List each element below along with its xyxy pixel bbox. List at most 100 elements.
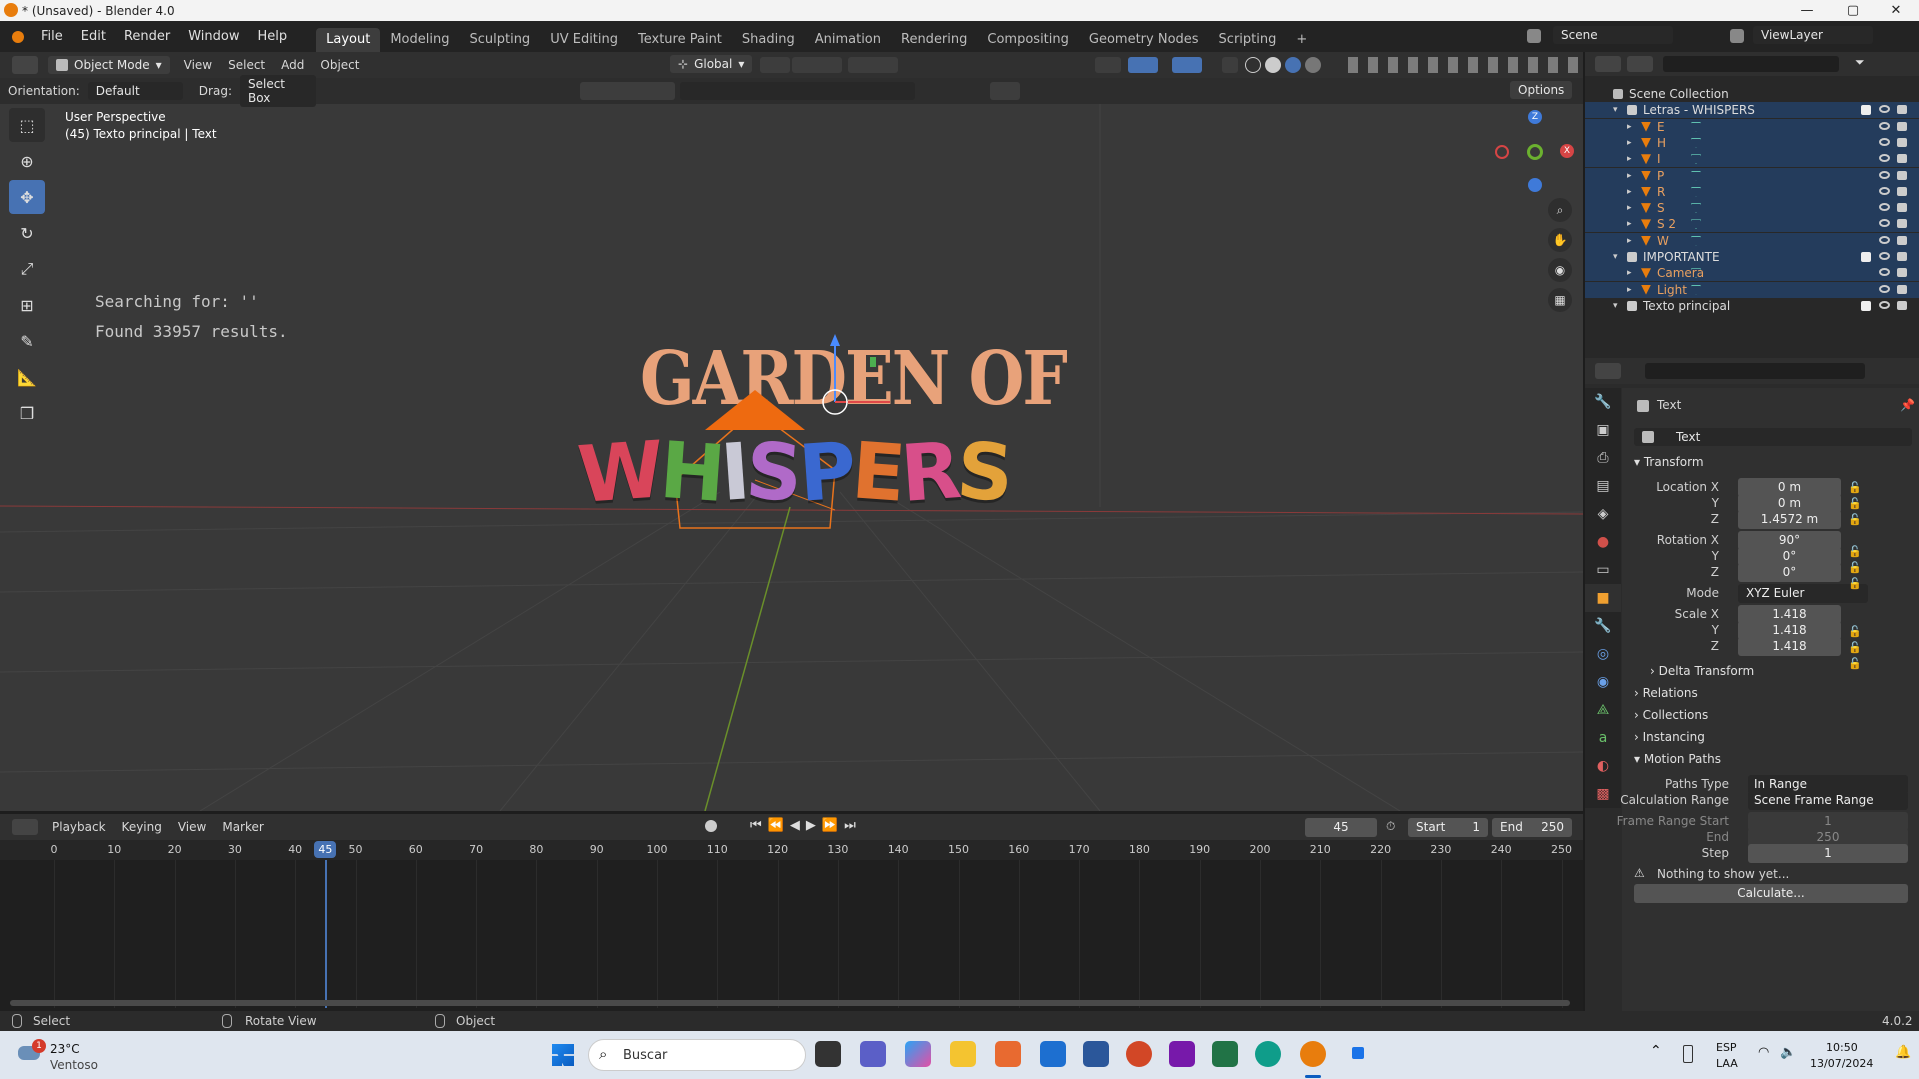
preview-range-icon[interactable]: ⏱	[1386, 819, 1395, 834]
menu-help[interactable]: Help	[249, 21, 297, 52]
timeline-scrollbar[interactable]	[10, 1000, 1570, 1006]
marker-menu[interactable]: Marker	[214, 820, 271, 834]
add-workspace-button[interactable]: +	[1286, 28, 1317, 52]
object-row[interactable]: ▸ Camera	[1585, 265, 1919, 282]
rotation-z-field[interactable]: 0°	[1738, 563, 1841, 582]
data-icon[interactable]	[1691, 154, 1701, 165]
close-button[interactable]: ✕	[1873, 0, 1919, 21]
pin-icon[interactable]: 📌	[1900, 398, 1915, 412]
eye-icon[interactable]	[1879, 235, 1890, 244]
delta-transform-section[interactable]: › Delta Transform	[1650, 664, 1754, 678]
viewlayer-icon[interactable]	[1730, 29, 1744, 43]
expand-arrow-icon[interactable]: ▸	[1627, 151, 1632, 167]
data-icon[interactable]	[1691, 137, 1701, 148]
lock-icons[interactable]: 🔓 🔓 🔓 🔓 🔓 🔓 🔓 🔓 🔓	[1848, 480, 1878, 670]
nav-neg-z[interactable]	[1528, 178, 1542, 192]
volume-icon[interactable]: 🔈	[1780, 1045, 1796, 1060]
motion-paths-section[interactable]: ▾ Motion Paths	[1634, 752, 1721, 766]
clock-date[interactable]: 13/07/2024	[1810, 1057, 1873, 1070]
location-z-field[interactable]: 1.4572 m	[1738, 510, 1841, 529]
data-icon[interactable]	[1691, 170, 1701, 181]
battery-icon[interactable]	[1683, 1045, 1693, 1063]
letter-1[interactable]: W	[575, 425, 667, 521]
teams-icon[interactable]	[860, 1041, 886, 1067]
edge-icon[interactable]	[1255, 1041, 1281, 1067]
copilot-icon[interactable]	[905, 1041, 931, 1067]
calc-range-selector[interactable]: Scene Frame Range	[1748, 791, 1908, 810]
current-frame-marker[interactable]: 45	[314, 841, 337, 858]
shading-rendered-icon[interactable]	[1305, 57, 1321, 73]
measure-tool[interactable]: 📐	[9, 360, 45, 394]
physics-tab-icon[interactable]: ◉	[1585, 668, 1621, 696]
viewport-menu-view[interactable]: View	[176, 58, 220, 72]
nav-x-axis[interactable]: X	[1560, 144, 1574, 158]
drag-selector[interactable]: Select Box	[239, 75, 316, 107]
eye-icon[interactable]	[1879, 284, 1890, 293]
blender-menu-icon[interactable]	[12, 30, 24, 43]
tab-uv-editing[interactable]: UV Editing	[540, 28, 628, 52]
eye-icon[interactable]	[1879, 186, 1890, 195]
zoom-icon[interactable]: ⌕	[1548, 198, 1572, 222]
snap-icon[interactable]	[792, 57, 842, 73]
move-tool[interactable]: ✥	[9, 180, 45, 214]
app-icon[interactable]	[995, 1041, 1021, 1067]
camera-icon[interactable]	[1897, 105, 1907, 115]
camera-icon[interactable]	[1897, 284, 1907, 294]
step-field[interactable]: 1	[1748, 844, 1908, 863]
data-icon[interactable]	[1691, 203, 1701, 214]
filter-icon[interactable]: ⏷	[1855, 55, 1865, 70]
editor-type-icon[interactable]	[1595, 56, 1621, 72]
collection-row[interactable]: ▾ IMPORTANTE	[1585, 249, 1919, 265]
ortho-toggle-icon[interactable]: ▦	[1548, 288, 1572, 312]
tool-tab-icon[interactable]: 🔧	[1585, 388, 1621, 416]
eye-icon[interactable]	[1879, 137, 1890, 146]
expand-arrow-icon[interactable]: ▸	[1627, 184, 1632, 200]
object-name-field[interactable]: Text	[1634, 428, 1912, 446]
minimize-button[interactable]: —	[1784, 0, 1830, 21]
shading-wireframe-icon[interactable]	[1245, 57, 1261, 73]
object-row[interactable]: ▸ H	[1585, 134, 1919, 151]
data-icon[interactable]	[1691, 235, 1701, 246]
collections-section[interactable]: › Collections	[1634, 708, 1708, 722]
data-icon[interactable]	[1691, 219, 1701, 230]
outliner-filter-icons[interactable]	[1348, 57, 1578, 73]
tab-modeling[interactable]: Modeling	[380, 28, 459, 52]
maximize-button[interactable]: ▢	[1830, 0, 1876, 21]
tray-chevron-icon[interactable]: ⌃	[1650, 1043, 1662, 1059]
expand-arrow-icon[interactable]: ▸	[1627, 282, 1632, 298]
transform-section-header[interactable]: ▾ Transform	[1634, 455, 1704, 469]
properties-search-field[interactable]	[1645, 363, 1865, 379]
checkbox-icon[interactable]	[1861, 105, 1871, 116]
expand-arrow-icon[interactable]: ▸	[1627, 119, 1632, 135]
onenote-icon[interactable]	[1169, 1041, 1195, 1067]
menu-window[interactable]: Window	[179, 21, 248, 52]
outliner-search-field[interactable]	[1663, 56, 1839, 72]
material-tab-icon[interactable]: ◐	[1585, 752, 1621, 780]
eye-icon[interactable]	[1879, 121, 1890, 130]
add-cube-tool[interactable]: ❒	[9, 396, 45, 430]
file-explorer-icon[interactable]	[950, 1041, 976, 1067]
object-row[interactable]: ▸ R	[1585, 183, 1919, 200]
scale-z-field[interactable]: 1.418	[1738, 637, 1841, 656]
options-button[interactable]: Options	[1510, 81, 1573, 99]
timeline-view-menu[interactable]: View	[170, 820, 214, 834]
playback-menu[interactable]: Playback	[44, 820, 114, 834]
cursor-tool[interactable]: ⊕	[9, 144, 45, 178]
collection-row[interactable]: ▾ Texto principal	[1585, 298, 1919, 314]
rotate-tool[interactable]: ↻	[9, 216, 45, 250]
playback-controls[interactable]: ⏮⏪◀▶⏩⏭	[750, 818, 862, 833]
tab-layout[interactable]: Layout	[316, 28, 381, 52]
viewport-menu-object[interactable]: Object	[312, 58, 367, 72]
expand-arrow-icon[interactable]: ▸	[1627, 135, 1632, 151]
eye-icon[interactable]	[1879, 252, 1890, 260]
start-button-icon[interactable]	[552, 1044, 574, 1066]
tab-shading[interactable]: Shading	[732, 28, 805, 52]
data-icon[interactable]	[1691, 284, 1701, 295]
expand-arrow-icon[interactable]: ▸	[1627, 168, 1632, 184]
tab-geometry-nodes[interactable]: Geometry Nodes	[1079, 28, 1209, 52]
expand-arrow-icon[interactable]: ▸	[1627, 200, 1632, 216]
camera-icon[interactable]	[1897, 137, 1907, 147]
scale-tool[interactable]: ⤢	[9, 252, 45, 286]
notification-bell-icon[interactable]: 🔔	[1895, 1045, 1911, 1060]
viewlayer-selector[interactable]: ViewLayer	[1753, 26, 1873, 44]
